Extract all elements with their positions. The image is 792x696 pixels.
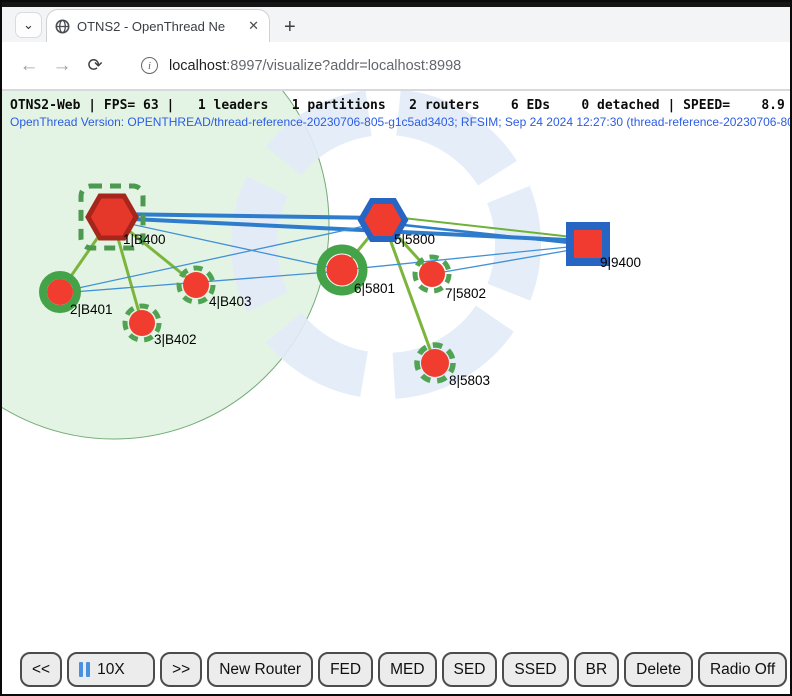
simulator-status-line: OTNS2-Web | FPS= 63 | 1 leaders 1 partit… xyxy=(10,98,785,113)
network-graph[interactable]: 1|B400 2|B401 3|B402 4|B403 5|5800 6|580… xyxy=(2,91,790,694)
node-label: 5|5800 xyxy=(394,232,435,247)
rewind-button[interactable]: << xyxy=(20,652,62,687)
node-label: 6|5801 xyxy=(354,281,395,296)
new-router-button[interactable]: New Router xyxy=(207,652,313,687)
simulator-toolbar: << 10X >> New Router FED MED SED SSED BR… xyxy=(20,652,790,687)
node-label: 9|9400 xyxy=(600,255,641,270)
node-label: 8|5803 xyxy=(449,373,490,388)
node-label: 2|B401 xyxy=(70,302,113,317)
radio-off-button[interactable]: Radio Off xyxy=(698,652,787,687)
navigation-bar: ← → ⟳ i localhost:8997/visualize?addr=lo… xyxy=(2,42,790,91)
chevron-down-icon: ⌄ xyxy=(23,17,34,33)
tab-close-button[interactable]: ✕ xyxy=(246,18,261,34)
node-label: 4|B403 xyxy=(209,294,252,309)
simulation-canvas[interactable]: OTNS2-Web | FPS= 63 | 1 leaders 1 partit… xyxy=(2,91,790,694)
med-button[interactable]: MED xyxy=(378,652,436,687)
node-label: 1|B400 xyxy=(123,232,166,247)
site-info-icon[interactable]: i xyxy=(141,57,158,74)
openthread-version-line: OpenThread Version: OPENTHREAD/thread-re… xyxy=(10,115,790,129)
tab-search-button[interactable]: ⌄ xyxy=(15,12,42,38)
speed-label: 10X xyxy=(97,661,125,678)
br-button[interactable]: BR xyxy=(574,652,620,687)
tab-strip: ⌄ OTNS2 - OpenThread Ne ✕ + xyxy=(2,7,790,42)
browser-window: ⌄ OTNS2 - OpenThread Ne ✕ + ← → ⟳ i loca… xyxy=(0,0,792,696)
node-label: 7|5802 xyxy=(445,286,486,301)
node-label: 3|B402 xyxy=(154,332,197,347)
fast-forward-button[interactable]: >> xyxy=(160,652,202,687)
fed-button[interactable]: FED xyxy=(318,652,373,687)
globe-icon xyxy=(55,19,70,34)
address-bar[interactable]: localhost:8997/visualize?addr=localhost:… xyxy=(169,58,461,74)
forward-button[interactable]: → xyxy=(49,55,75,77)
reload-button[interactable]: ⟳ xyxy=(82,55,108,76)
url-path: :8997/visualize?addr=localhost:8998 xyxy=(226,58,461,74)
ssed-button[interactable]: SSED xyxy=(502,652,568,687)
url-host: localhost xyxy=(169,58,226,74)
new-tab-button[interactable]: + xyxy=(284,20,296,34)
pause-icon xyxy=(79,662,90,677)
back-button[interactable]: ← xyxy=(16,55,42,77)
browser-tab[interactable]: OTNS2 - OpenThread Ne ✕ xyxy=(46,9,270,42)
link-6-9 xyxy=(342,245,588,270)
tab-title: OTNS2 - OpenThread Ne xyxy=(77,19,239,34)
node-7-ed[interactable] xyxy=(415,257,449,291)
speed-button[interactable]: 10X xyxy=(67,652,155,687)
sed-button[interactable]: SED xyxy=(442,652,498,687)
delete-button[interactable]: Delete xyxy=(624,652,693,687)
